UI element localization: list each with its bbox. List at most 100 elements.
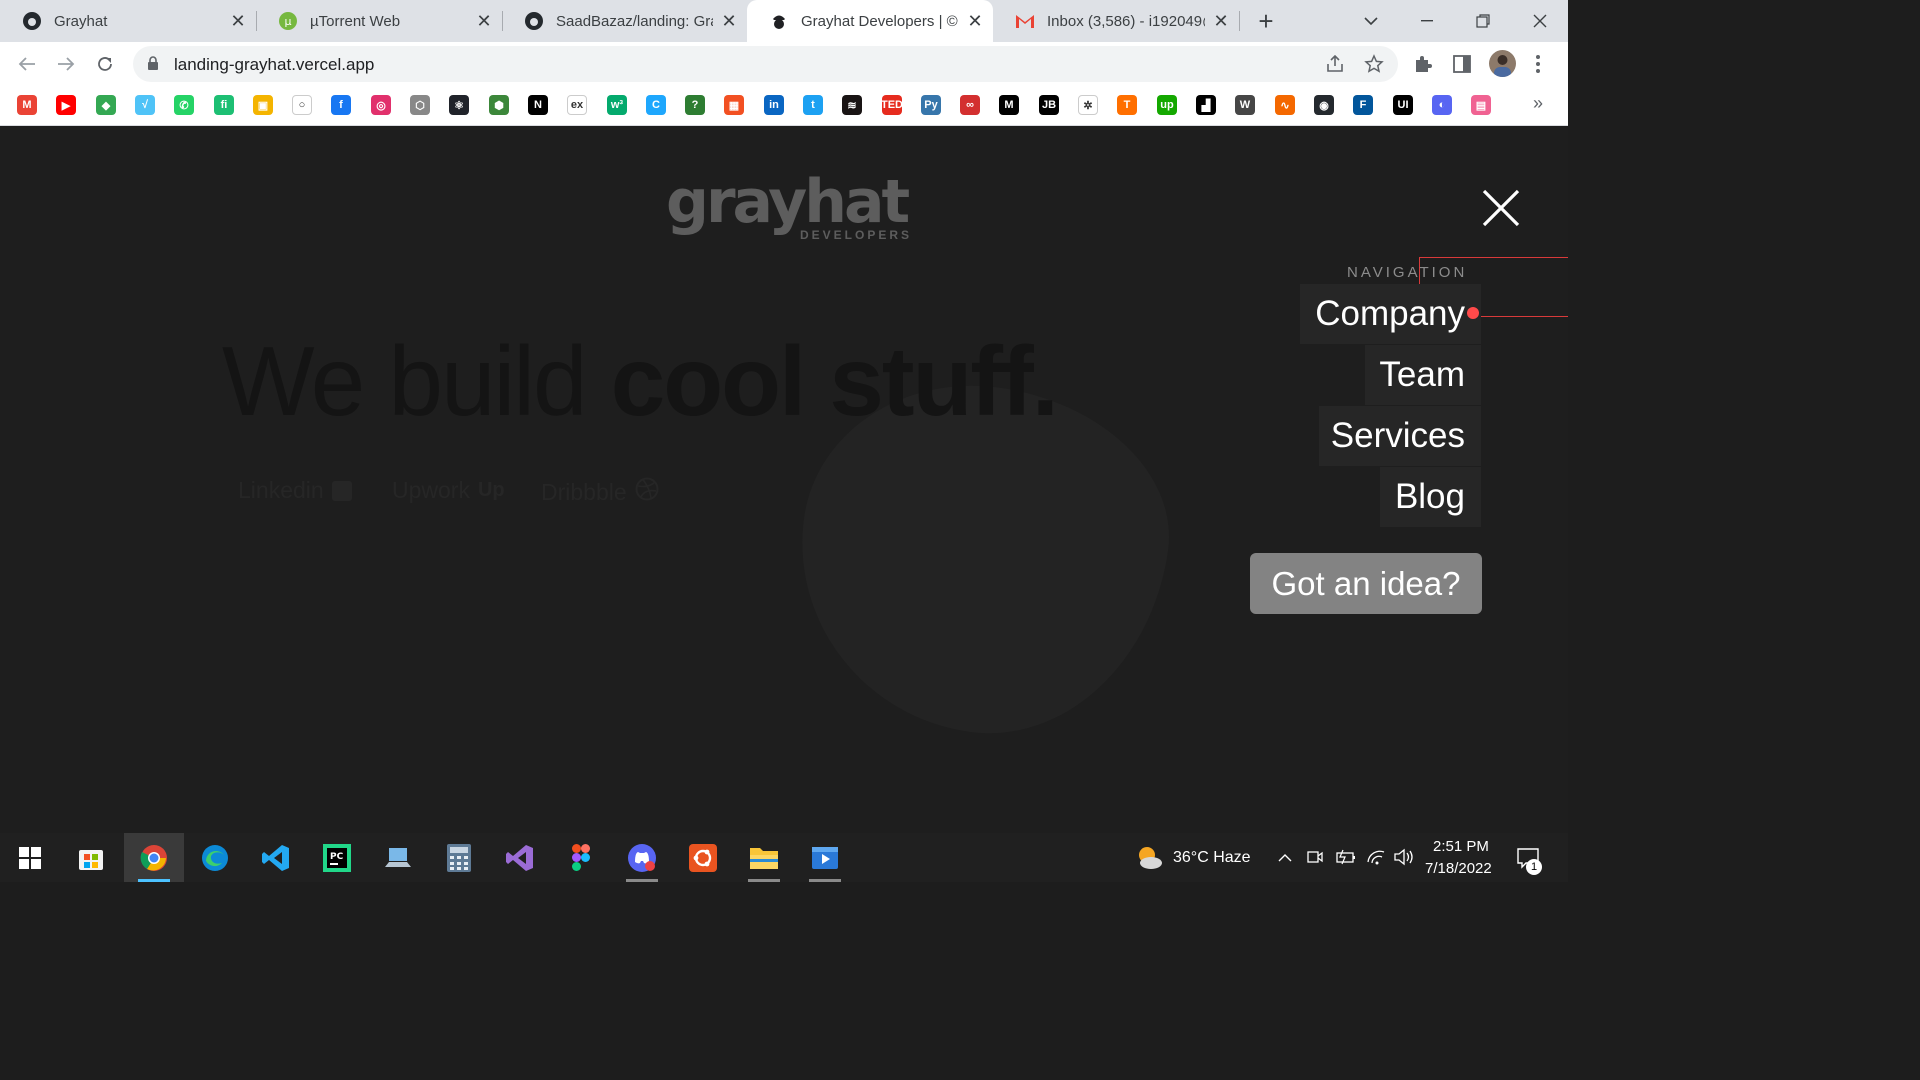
browser-tab[interactable]: Grayhat ✕: [0, 0, 256, 42]
wifi-icon[interactable]: [1366, 848, 1386, 871]
taskbar-edge[interactable]: [185, 833, 245, 882]
taskbar-file-explorer[interactable]: [734, 833, 794, 882]
facebook-icon[interactable]: f: [331, 95, 351, 115]
gmail-icon[interactable]: M: [17, 95, 37, 115]
taskbar-discord[interactable]: [612, 833, 672, 882]
browser-tab[interactable]: µ µTorrent Web ✕: [256, 0, 502, 42]
taskbar-chrome[interactable]: [124, 833, 184, 882]
restore-window-button[interactable]: [1455, 0, 1511, 42]
close-menu-button[interactable]: [1481, 188, 1521, 228]
extensions-icon[interactable]: [1413, 54, 1433, 79]
wordpress-icon[interactable]: W: [1235, 95, 1255, 115]
tensorflow-icon[interactable]: T: [1117, 95, 1137, 115]
share-icon[interactable]: [1325, 54, 1345, 78]
whatsapp-icon[interactable]: ✆: [174, 95, 194, 115]
browser-tab-active[interactable]: Grayhat Developers | © 2 ✕: [747, 0, 993, 42]
taskbar-pycharm[interactable]: PC: [307, 833, 367, 882]
forms-icon[interactable]: ▤: [1471, 95, 1491, 115]
maps-icon[interactable]: ◆: [96, 95, 116, 115]
grayhat-logo[interactable]: grayhat: [666, 172, 910, 232]
nav-item-team[interactable]: Team: [1365, 345, 1481, 405]
url-text[interactable]: landing-grayhat.vercel.app: [174, 55, 374, 75]
upwork-icon[interactable]: up: [1157, 95, 1177, 115]
close-tab-icon[interactable]: ✕: [721, 11, 737, 31]
taskbar-calculator[interactable]: [429, 833, 489, 882]
ted-icon[interactable]: TED: [881, 95, 903, 115]
new-tab-button[interactable]: +: [1252, 6, 1280, 36]
battery-icon[interactable]: [1334, 849, 1356, 870]
browser-menu-icon[interactable]: [1535, 54, 1541, 79]
weather-text[interactable]: 36°C Haze: [1173, 849, 1251, 867]
tab-search-icon[interactable]: [1343, 0, 1399, 42]
coursera-like-icon[interactable]: ∞: [960, 95, 980, 115]
more-bookmarks-icon[interactable]: »: [1533, 93, 1543, 114]
python-icon[interactable]: Py: [921, 95, 941, 115]
lock-icon[interactable]: [147, 56, 159, 76]
profile-avatar[interactable]: [1489, 50, 1516, 77]
microsoft-icon[interactable]: ▦: [724, 95, 744, 115]
dribbble-link[interactable]: Dribbble: [541, 477, 659, 507]
close-tab-icon[interactable]: ✕: [967, 11, 983, 31]
browser-tab[interactable]: SaadBazaz/landing: Grayh ✕: [502, 0, 747, 42]
expo-icon[interactable]: ex: [567, 95, 587, 115]
taskbar-vscode[interactable]: [246, 833, 306, 882]
chromatic-icon[interactable]: C: [646, 95, 666, 115]
linkedin-icon[interactable]: in: [764, 95, 784, 115]
ring-icon[interactable]: ○: [292, 95, 312, 115]
help-icon[interactable]: ?: [685, 95, 705, 115]
taskbar-figma[interactable]: [551, 833, 611, 882]
nav-item-services[interactable]: Services: [1319, 406, 1481, 466]
close-tab-icon[interactable]: ✕: [230, 11, 246, 31]
ui-icon[interactable]: UI: [1393, 95, 1413, 115]
weather-icon[interactable]: [1135, 844, 1163, 875]
close-window-button[interactable]: [1512, 0, 1568, 42]
back-button[interactable]: [13, 50, 41, 78]
close-tab-icon[interactable]: ✕: [476, 11, 492, 31]
volume-icon[interactable]: [1393, 848, 1415, 871]
youtube-icon[interactable]: ▶: [56, 95, 76, 115]
show-hidden-icons-icon[interactable]: [1278, 850, 1292, 868]
github-icon[interactable]: ◉: [1314, 95, 1334, 115]
start-button[interactable]: [0, 833, 60, 882]
taskbar-media-player[interactable]: [795, 833, 855, 882]
tab-title: Grayhat Developers | © 2: [801, 12, 959, 30]
nav-item-blog[interactable]: Blog: [1380, 467, 1481, 527]
nav-item-company[interactable]: Company: [1300, 284, 1481, 344]
side-panel-icon[interactable]: [1453, 55, 1471, 78]
medium-icon[interactable]: M: [999, 95, 1019, 115]
minimize-window-button[interactable]: [1399, 0, 1455, 42]
unsplash-icon[interactable]: ▟: [1196, 95, 1216, 115]
forward-button[interactable]: [52, 50, 80, 78]
reload-button[interactable]: [91, 50, 119, 78]
spotify-icon[interactable]: ≋: [842, 95, 862, 115]
classroom-icon[interactable]: ▣: [253, 95, 273, 115]
taskbar-store[interactable]: [61, 833, 121, 882]
browser-tab[interactable]: Inbox (3,586) - i192049@ ✕: [993, 0, 1239, 42]
nextjs-icon[interactable]: N: [528, 95, 548, 115]
jetbrains-icon[interactable]: JB: [1039, 95, 1059, 115]
slack-like-icon[interactable]: ✲: [1078, 95, 1098, 115]
bookmark-star-icon[interactable]: [1364, 54, 1384, 79]
meet-now-icon[interactable]: [1306, 848, 1324, 871]
fiverr-icon[interactable]: fi: [214, 95, 234, 115]
taskbar-visual-studio[interactable]: [490, 833, 550, 882]
nodejs-icon[interactable]: ⬢: [489, 95, 509, 115]
clock-date[interactable]: 7/18/2022: [1425, 860, 1492, 877]
twitter-icon[interactable]: t: [803, 95, 823, 115]
clock-time[interactable]: 2:51 PM: [1433, 838, 1489, 855]
react-icon[interactable]: ⚛: [449, 95, 469, 115]
unity-icon[interactable]: ⬡: [410, 95, 430, 115]
grafana-icon[interactable]: ∿: [1275, 95, 1295, 115]
vercel-like-icon[interactable]: √: [135, 95, 155, 115]
discord-icon[interactable]: ◐: [1432, 95, 1452, 115]
got-an-idea-button[interactable]: Got an idea?: [1250, 553, 1482, 614]
w3schools-icon[interactable]: w³: [607, 95, 627, 115]
taskbar-ubuntu[interactable]: [673, 833, 733, 882]
upwork-link[interactable]: Upwork Up: [392, 477, 505, 504]
instagram-icon[interactable]: ◎: [371, 95, 391, 115]
taskbar-laptop-app[interactable]: [368, 833, 428, 882]
tab-title: Inbox (3,586) - i192049@: [1047, 12, 1205, 30]
flutter-icon[interactable]: F: [1353, 95, 1373, 115]
close-tab-icon[interactable]: ✕: [1213, 11, 1229, 31]
linkedin-link[interactable]: Linkedin: [238, 477, 352, 504]
